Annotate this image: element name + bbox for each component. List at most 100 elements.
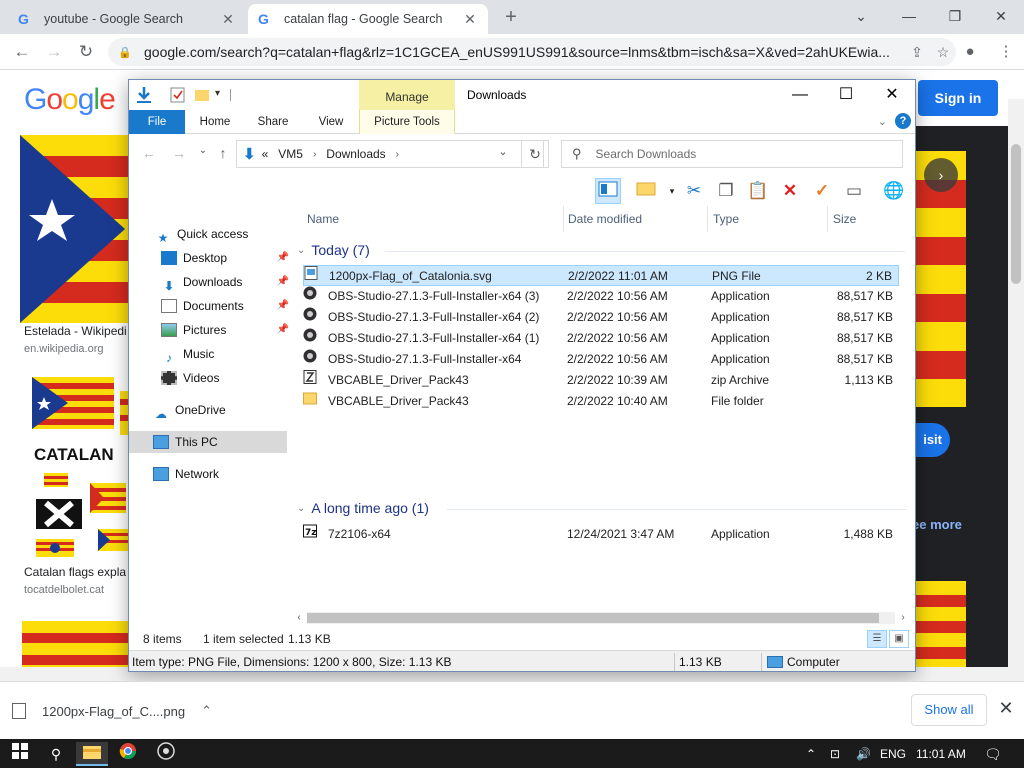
back-arrow-icon[interactable]: ← — [139, 145, 159, 163]
chrome-taskbar-icon[interactable] — [112, 742, 144, 766]
forward-button[interactable]: → — [42, 40, 66, 64]
file-row[interactable]: OBS-Studio-27.1.3-Full-Installer-x64 2/2… — [303, 349, 899, 370]
url-text[interactable]: google.com/search?q=catalan+flag&rlz=1C1… — [144, 44, 904, 60]
tab-close-icon[interactable]: ✕ — [462, 11, 478, 28]
file-list-horizontal-scrollbar[interactable]: ‹ › — [291, 610, 913, 626]
forward-arrow-icon[interactable]: → — [169, 145, 189, 163]
delete-icon[interactable]: ✕ — [777, 178, 803, 204]
file-row[interactable]: OBS-Studio-27.1.3-Full-Installer-x64 (3)… — [303, 286, 899, 307]
rename-icon[interactable]: ▭ — [841, 178, 867, 204]
search-box[interactable]: ⚲ Search Downloads — [561, 140, 903, 168]
tab-view[interactable]: View — [305, 110, 357, 134]
customize-qa-icon[interactable]: ▾ — [215, 88, 220, 99]
menu-kebab-icon[interactable]: ⋮ — [994, 41, 1018, 63]
breadcrumb-vm5[interactable]: VM5 — [278, 147, 303, 161]
file-explorer-taskbar-icon[interactable] — [76, 742, 108, 766]
chevron-down-icon[interactable]: ⌄ — [838, 4, 884, 28]
cut-icon[interactable]: ✂ — [681, 178, 707, 204]
see-more-link[interactable]: ee more — [912, 517, 962, 532]
page-scrollbar[interactable] — [1008, 99, 1024, 681]
google-logo[interactable]: Google — [24, 83, 116, 117]
flag-image-partial[interactable] — [22, 621, 130, 667]
notifications-icon[interactable]: 🗨 — [984, 743, 1002, 765]
show-all-button[interactable]: Show all — [911, 694, 987, 726]
chevron-down-icon[interactable]: ⌄ — [297, 503, 305, 514]
file-row[interactable]: VBCABLE_Driver_Pack43 2/2/2022 10:39 AM … — [303, 370, 899, 391]
pin-icon[interactable]: 📌 — [277, 247, 289, 269]
file-row[interactable]: OBS-Studio-27.1.3-Full-Installer-x64 (2)… — [303, 307, 899, 328]
chevron-right-icon[interactable]: › — [313, 149, 316, 160]
expand-ribbon-icon[interactable]: ⌄ — [878, 115, 887, 128]
nav-quick-access[interactable]: ★ Quick access — [155, 223, 249, 245]
new-folder-icon[interactable] — [193, 86, 211, 104]
obs-taskbar-icon[interactable] — [150, 742, 182, 766]
profile-avatar-icon[interactable]: ● — [958, 41, 982, 63]
explorer-title-bar[interactable]: ▾ Manage Downloads — ☐ ✕ — [129, 80, 915, 110]
chrome-close-button[interactable]: ✕ — [978, 4, 1024, 28]
tab-catalan-flag-search[interactable]: G catalan flag - Google Search ✕ — [248, 4, 488, 34]
scrollbar-thumb[interactable] — [307, 613, 879, 623]
nav-documents[interactable]: Documents 📌 — [161, 295, 289, 317]
paste-icon[interactable]: 📋 — [745, 178, 771, 204]
chevron-down-icon[interactable]: ⌄ — [297, 245, 305, 256]
nav-onedrive[interactable]: ☁ OneDrive — [153, 399, 226, 421]
nav-music[interactable]: ♪ Music — [161, 343, 214, 365]
large-icons-view-icon[interactable]: ▣ — [889, 630, 909, 648]
manage-tab[interactable]: Manage — [359, 80, 455, 110]
file-row[interactable]: OBS-Studio-27.1.3-Full-Installer-x64 (1)… — [303, 328, 899, 349]
tab-file[interactable]: File — [129, 110, 185, 134]
new-tab-button[interactable]: + — [500, 6, 522, 28]
tab-picture-tools[interactable]: Picture Tools — [359, 110, 455, 134]
column-separator[interactable] — [707, 206, 708, 232]
volume-icon[interactable]: 🔊 — [856, 743, 871, 765]
nav-pictures[interactable]: Pictures 📌 — [161, 319, 289, 341]
result-caption[interactable]: Estelada - Wikipedi — [24, 324, 127, 338]
share-icon[interactable]: ⇪ — [904, 44, 930, 61]
download-arrow-icon[interactable] — [135, 86, 153, 104]
chevron-right-icon[interactable]: › — [396, 149, 399, 160]
show-hidden-icons[interactable]: ⌃ — [806, 743, 816, 765]
details-view-icon[interactable]: ☰ — [867, 630, 887, 648]
tab-youtube-search[interactable]: G youtube - Google Search ✕ — [8, 4, 246, 34]
chrome-minimize-button[interactable]: — — [886, 4, 932, 28]
tab-close-icon[interactable]: ✕ — [220, 11, 236, 28]
column-separator[interactable] — [827, 206, 828, 232]
copy-icon[interactable]: ❐ — [713, 178, 739, 204]
nav-desktop[interactable]: Desktop 📌 — [161, 247, 289, 269]
file-row[interactable]: 7z 7z2106-x64 12/24/2021 3:47 AM Applica… — [303, 524, 899, 545]
file-row[interactable]: 1200px-Flag_of_Catalonia.svg 2/2/2022 11… — [303, 265, 899, 286]
reload-button[interactable]: ↻ — [74, 40, 98, 64]
chevron-up-icon[interactable]: ⌃ — [201, 703, 212, 719]
catalan-flags-image[interactable]: CATALAN — [24, 377, 130, 557]
lock-icon[interactable]: 🔒 — [118, 46, 136, 59]
check-icon[interactable]: ✓ — [809, 178, 835, 204]
group-header-long-ago[interactable]: ⌄ A long time ago (1) — [297, 500, 907, 516]
column-separator[interactable] — [563, 206, 564, 232]
tab-home[interactable]: Home — [189, 110, 241, 134]
nav-network[interactable]: Network — [153, 463, 219, 485]
nav-videos[interactable]: Videos — [161, 367, 219, 389]
next-image-icon[interactable]: › — [924, 158, 958, 192]
sign-in-button[interactable]: Sign in — [918, 80, 998, 116]
scroll-left-icon[interactable]: ‹ — [291, 610, 307, 626]
clock[interactable]: 11:01 AM — [916, 743, 966, 765]
close-button[interactable]: ✕ — [869, 82, 915, 108]
help-icon[interactable]: ? — [895, 113, 911, 129]
windows-start-icon[interactable] — [4, 742, 36, 766]
pin-icon[interactable]: 📌 — [277, 319, 289, 341]
group-header-today[interactable]: ⌄ Today (7) — [297, 242, 905, 258]
estelada-flag-image[interactable] — [20, 135, 130, 323]
recent-locations-icon[interactable]: ⌄ — [193, 145, 213, 163]
language-indicator[interactable]: ENG — [880, 743, 906, 765]
pin-icon[interactable]: 📌 — [277, 295, 289, 317]
globe-icon[interactable]: 🌐 — [881, 178, 907, 204]
file-row[interactable]: VBCABLE_Driver_Pack43 2/2/2022 10:40 AM … — [303, 391, 899, 412]
column-header-name[interactable]: Name — [307, 212, 339, 226]
minimize-button[interactable]: — — [777, 82, 823, 108]
refresh-button[interactable]: ↻ — [521, 140, 549, 168]
search-icon[interactable]: ⚲ — [40, 742, 72, 766]
breadcrumb-downloads[interactable]: Downloads — [326, 147, 385, 161]
nav-this-pc[interactable]: This PC — [129, 431, 287, 453]
scrollbar-thumb[interactable] — [1011, 144, 1021, 284]
address-dropdown-icon[interactable]: ⌄ — [493, 145, 513, 163]
